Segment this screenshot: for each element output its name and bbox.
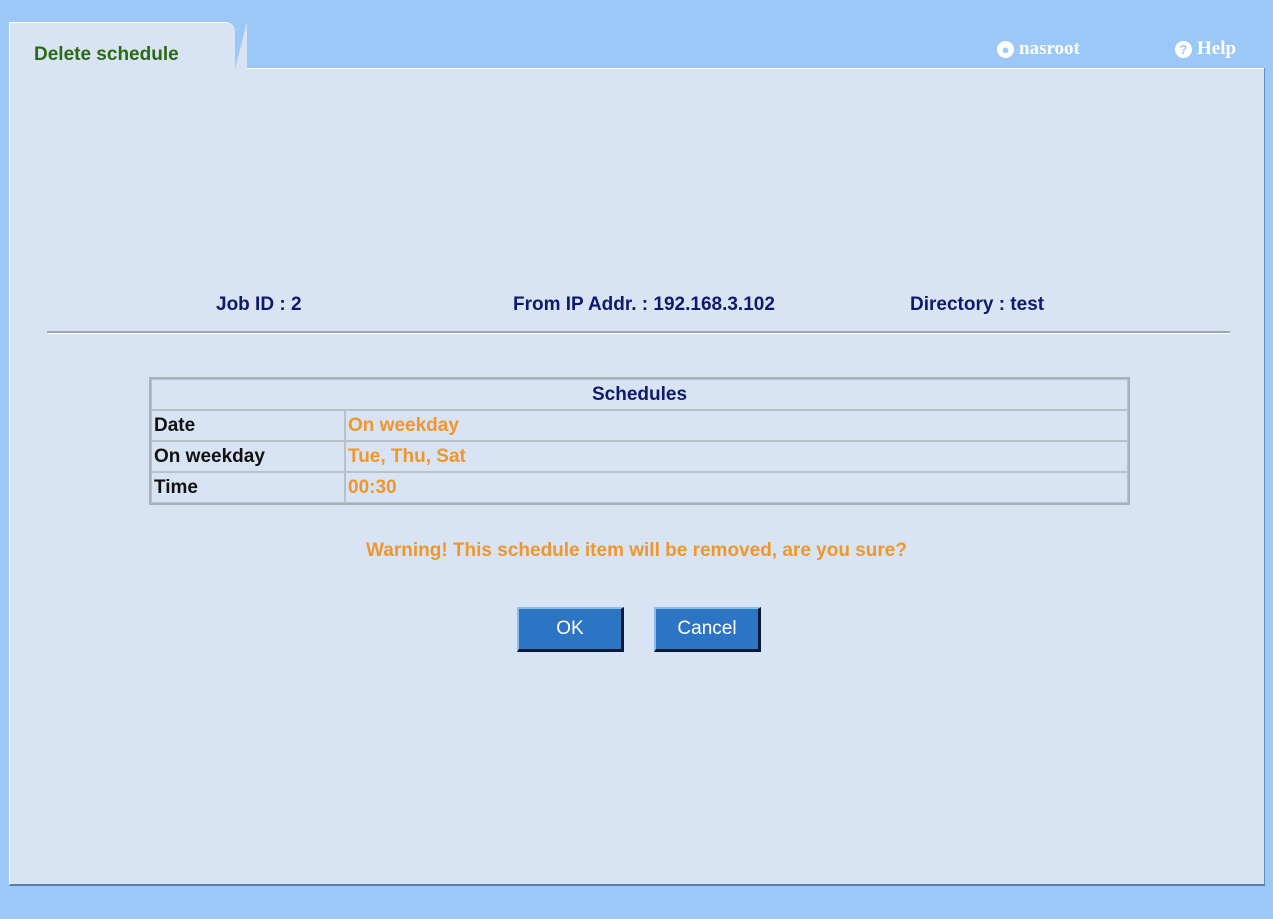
row-value-date: On weekday bbox=[345, 410, 1128, 441]
user-link[interactable]: ● nasroot bbox=[997, 38, 1080, 60]
tab-title: Delete schedule bbox=[34, 44, 179, 65]
from-ip: From IP Addr. : 192.168.3.102 bbox=[513, 294, 775, 315]
user-icon: ● bbox=[997, 40, 1014, 58]
help-label: Help bbox=[1197, 38, 1237, 59]
warning-message: Warning! This schedule item will be remo… bbox=[366, 540, 907, 561]
panel-top-border bbox=[247, 68, 1264, 69]
row-label-date: Date bbox=[151, 410, 345, 441]
schedules-table: Schedules Date On weekday On weekday Tue… bbox=[149, 377, 1130, 505]
table-row: Date On weekday bbox=[151, 410, 1128, 441]
row-label-weekday: On weekday bbox=[151, 441, 345, 472]
cancel-button[interactable]: Cancel bbox=[654, 607, 761, 652]
table-row: On weekday Tue, Thu, Sat bbox=[151, 441, 1128, 472]
table-row: Time 00:30 bbox=[151, 472, 1128, 503]
user-name: nasroot bbox=[1019, 38, 1080, 59]
table-header-row: Schedules bbox=[151, 379, 1128, 410]
tab-notch bbox=[235, 22, 247, 69]
help-link[interactable]: ? Help bbox=[1175, 38, 1236, 60]
row-label-time: Time bbox=[151, 472, 345, 503]
row-value-weekday: Tue, Thu, Sat bbox=[345, 441, 1128, 472]
job-id: Job ID : 2 bbox=[216, 294, 302, 315]
row-value-time: 00:30 bbox=[345, 472, 1128, 503]
divider bbox=[47, 331, 1230, 334]
directory: Directory : test bbox=[910, 294, 1045, 315]
help-icon: ? bbox=[1175, 40, 1192, 58]
ok-button[interactable]: OK bbox=[517, 607, 624, 652]
schedules-title: Schedules bbox=[151, 379, 1128, 410]
